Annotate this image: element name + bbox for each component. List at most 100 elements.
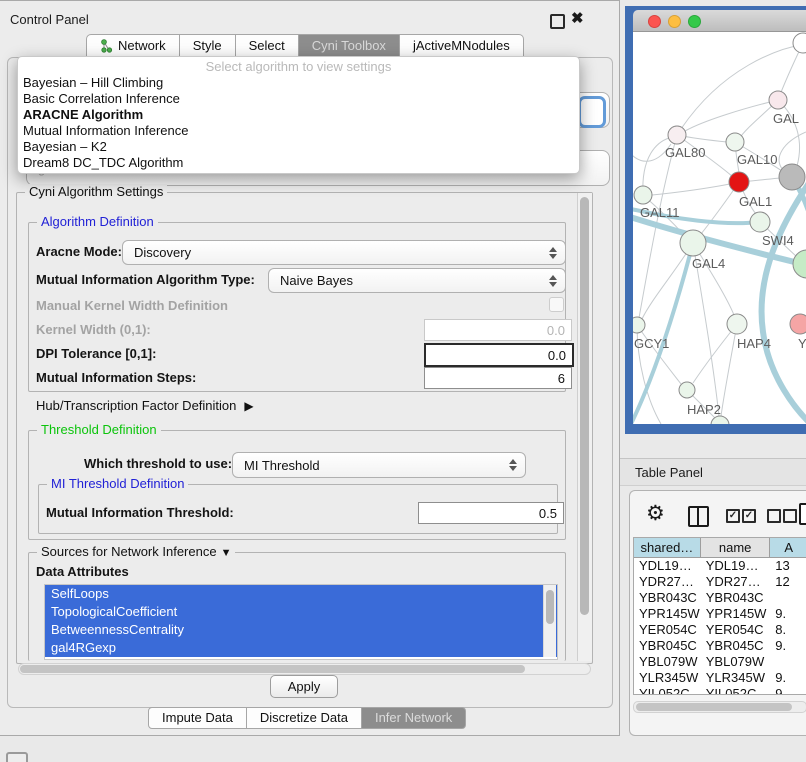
mi-steps-label: Mutual Information Steps: xyxy=(36,370,196,385)
which-threshold-label: Which threshold to use: xyxy=(84,452,232,476)
manual-kernel-width-label: Manual Kernel Width Definition xyxy=(36,298,228,313)
node-table: shared… name A YDL19… YDL19… 13 YDR27… Y… xyxy=(633,537,806,695)
attribute-item[interactable]: gal4RGexp xyxy=(45,639,557,657)
settings-horizontal-scrollbar[interactable] xyxy=(18,663,591,675)
minimize-traffic-light-icon[interactable] xyxy=(668,15,681,28)
tab-jactivemnodules[interactable]: jActiveMNodules xyxy=(400,34,524,57)
attribute-item[interactable]: SelfLoops xyxy=(45,585,557,603)
table-row[interactable]: YBL079W YBL079W xyxy=(634,654,806,670)
attribute-list-scroll-thumb[interactable] xyxy=(546,590,554,624)
table-panel-title: Table Panel xyxy=(620,458,806,486)
network-node[interactable] xyxy=(793,250,806,278)
kernel-width-input[interactable]: 0.0 xyxy=(424,319,572,341)
which-threshold-combobox[interactable]: MI Threshold xyxy=(232,452,526,478)
network-node-label: SWI4 xyxy=(762,233,794,248)
tab-select[interactable]: Select xyxy=(236,34,299,57)
table-row[interactable]: YDL19… YDL19… 13 xyxy=(634,558,806,574)
network-node[interactable] xyxy=(668,126,686,144)
close-traffic-light-icon[interactable] xyxy=(648,15,661,28)
settings-hscroll-thumb[interactable] xyxy=(20,665,525,673)
table-hscroll-thumb[interactable] xyxy=(636,703,792,711)
network-node[interactable] xyxy=(779,164,805,190)
select-all-checkbox-icon[interactable]: ✓ xyxy=(726,509,740,523)
float-window-icon[interactable] xyxy=(550,14,565,29)
network-node[interactable] xyxy=(729,172,749,192)
mi-steps-input[interactable]: 6 xyxy=(424,367,572,389)
network-icon xyxy=(100,39,113,53)
network-node[interactable] xyxy=(633,317,645,333)
close-icon[interactable]: ✖ xyxy=(571,9,584,27)
manual-kernel-width-checkbox[interactable] xyxy=(549,297,564,312)
network-node[interactable] xyxy=(750,212,770,232)
tab-network[interactable]: Network xyxy=(86,34,180,57)
deselect-checkbox-icon[interactable] xyxy=(767,509,781,523)
column-header-partial[interactable]: A xyxy=(770,538,806,558)
dropdown-prompt: Select algorithm to view settings xyxy=(18,57,579,75)
table-row[interactable]: YDR27… YDR27… 12 xyxy=(634,574,806,590)
tab-network-label: Network xyxy=(118,35,166,56)
hub-factor-expander[interactable]: Hub/Transcription Factor Definition▶ xyxy=(36,398,254,413)
settings-vscroll-thumb[interactable] xyxy=(580,197,589,615)
algorithm-option[interactable]: ARACNE Algorithm xyxy=(18,107,579,123)
attribute-item[interactable]: BetweennessCentrality xyxy=(45,621,557,639)
network-node[interactable] xyxy=(679,382,695,398)
deselect-checkbox-icon[interactable] xyxy=(783,509,797,523)
network-node-label: HAP2 xyxy=(687,402,721,417)
table-horizontal-scrollbar[interactable] xyxy=(633,701,806,713)
kernel-width-label: Kernel Width (0,1): xyxy=(36,322,151,337)
network-node[interactable] xyxy=(727,314,747,334)
dpi-tolerance-label: DPI Tolerance [0,1]: xyxy=(36,346,156,361)
network-graph[interactable]: GALGAL80GAL10GAL1GAL11SWI4GAL4GCY1HAP4YH… xyxy=(633,32,806,424)
combobox-stepper-icon xyxy=(509,459,518,471)
network-node[interactable] xyxy=(726,133,744,151)
zoom-traffic-light-icon[interactable] xyxy=(688,15,701,28)
tab-discretize-data[interactable]: Discretize Data xyxy=(247,707,362,729)
document-icon[interactable] xyxy=(799,503,806,525)
expander-arrow-icon: ▶ xyxy=(244,399,253,413)
network-window-titlebar[interactable] xyxy=(633,10,806,32)
network-view-window: GALGAL80GAL10GAL1GAL11SWI4GAL4GCY1HAP4YH… xyxy=(625,6,806,434)
mi-algorithm-type-value: Naive Bayes xyxy=(280,269,353,292)
algorithm-option[interactable]: Mutual Information Inference xyxy=(18,123,579,139)
table-row[interactable]: YLR345W YLR345W 9. xyxy=(634,670,806,686)
network-node[interactable] xyxy=(680,230,706,256)
network-node[interactable] xyxy=(790,314,806,334)
table-row[interactable]: YER054C YER054C 8. xyxy=(634,622,806,638)
column-header-name[interactable]: name xyxy=(701,538,771,558)
algorithm-option[interactable]: Basic Correlation Inference xyxy=(18,91,579,107)
mi-threshold-input[interactable]: 0.5 xyxy=(418,502,564,524)
settings-group-title: Cyni Algorithm Settings xyxy=(25,184,167,199)
algorithm-option[interactable]: Dream8 DC_TDC Algorithm xyxy=(18,155,579,171)
mi-threshold-label: Mutual Information Threshold: xyxy=(46,505,234,520)
settings-vertical-scrollbar[interactable] xyxy=(577,193,592,661)
collapse-arrow-icon[interactable]: ▼ xyxy=(221,547,232,559)
network-canvas[interactable]: GALGAL80GAL10GAL1GAL11SWI4GAL4GCY1HAP4YH… xyxy=(633,32,806,424)
column-layout-icon[interactable] xyxy=(688,506,709,527)
aracne-mode-combobox[interactable]: Discovery xyxy=(122,240,566,265)
column-header-shared-name[interactable]: shared… xyxy=(634,538,701,558)
table-row[interactable]: YPR145W YPR145W 9. xyxy=(634,606,806,622)
tab-infer-network[interactable]: Infer Network xyxy=(362,707,466,729)
partial-bottom-icon[interactable] xyxy=(6,752,28,762)
attribute-item[interactable]: TopologicalCoefficient xyxy=(45,603,557,621)
tab-cyni-toolbox[interactable]: Cyni Toolbox xyxy=(299,34,400,57)
network-node[interactable] xyxy=(634,186,652,204)
algorithm-option[interactable]: Bayesian – Hill Climbing xyxy=(18,75,579,91)
tab-impute-data[interactable]: Impute Data xyxy=(148,707,247,729)
select-all-checkbox-icon[interactable]: ✓ xyxy=(742,509,756,523)
apply-button[interactable]: Apply xyxy=(270,675,338,698)
algorithm-option[interactable]: Bayesian – K2 xyxy=(18,139,579,155)
table-row[interactable]: YBR045C YBR045C 9. xyxy=(634,638,806,654)
sources-group-title: Sources for Network Inference▼ xyxy=(37,544,235,559)
dpi-tolerance-input[interactable]: 0.0 xyxy=(424,343,574,367)
network-node[interactable] xyxy=(793,33,806,53)
tab-style[interactable]: Style xyxy=(180,34,236,57)
gear-icon[interactable]: ⚙ xyxy=(646,503,665,524)
mi-algorithm-type-combobox[interactable]: Naive Bayes xyxy=(268,268,566,293)
mi-threshold-group-title: MI Threshold Definition xyxy=(47,476,188,491)
table-row[interactable]: YBR043C YBR043C xyxy=(634,590,806,606)
data-attributes-list[interactable]: SelfLoopsTopologicalCoefficientBetweenne… xyxy=(44,584,558,660)
network-node[interactable] xyxy=(769,91,787,109)
table-row[interactable]: YIL052C YIL052C 9 xyxy=(634,686,806,695)
attribute-list-scrollbar[interactable] xyxy=(543,585,556,657)
